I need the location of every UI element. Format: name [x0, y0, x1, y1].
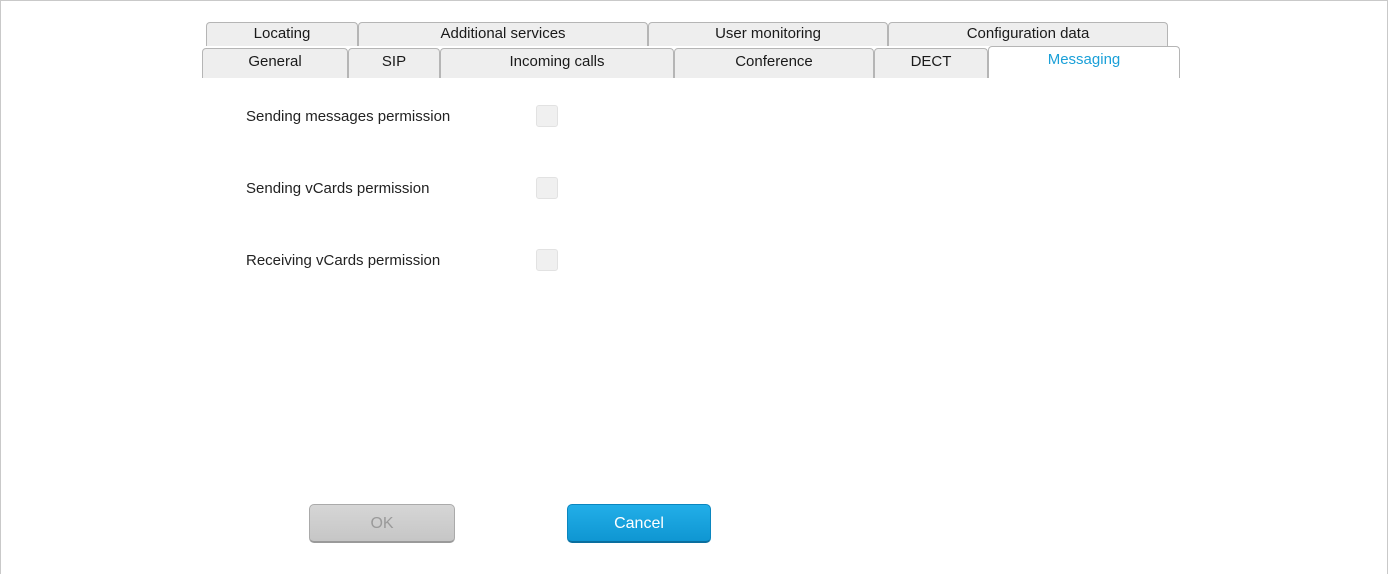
tab-messaging[interactable]: Messaging [988, 46, 1180, 78]
cancel-button[interactable]: Cancel [567, 504, 711, 543]
tab-sip[interactable]: SIP [348, 48, 440, 78]
dialog-frame [0, 0, 1388, 574]
field-sending-vcards: Sending vCards permission [246, 175, 558, 201]
sending-messages-checkbox[interactable] [536, 105, 558, 127]
field-receiving-vcards: Receiving vCards permission [246, 247, 558, 273]
tab-locating[interactable]: Locating [206, 22, 358, 46]
receiving-vcards-label: Receiving vCards permission [246, 251, 441, 269]
field-sending-messages: Sending messages permission [246, 103, 558, 129]
sending-messages-label: Sending messages permission [246, 107, 451, 125]
tab-user-monitoring[interactable]: User monitoring [648, 22, 888, 46]
tab-incoming-calls[interactable]: Incoming calls [440, 48, 674, 78]
tab-row-bottom: General SIP Incoming calls Conference DE… [202, 46, 1180, 78]
tab-row-top: Locating Additional services User monito… [206, 22, 1168, 46]
tab-conference[interactable]: Conference [674, 48, 874, 78]
tab-dect[interactable]: DECT [874, 48, 988, 78]
tab-general[interactable]: General [202, 48, 348, 78]
ok-button[interactable]: OK [309, 504, 455, 543]
sending-vcards-label: Sending vCards permission [246, 179, 430, 197]
tab-additional-services[interactable]: Additional services [358, 22, 648, 46]
tab-configuration-data[interactable]: Configuration data [888, 22, 1168, 46]
sending-vcards-checkbox[interactable] [536, 177, 558, 199]
receiving-vcards-checkbox[interactable] [536, 249, 558, 271]
